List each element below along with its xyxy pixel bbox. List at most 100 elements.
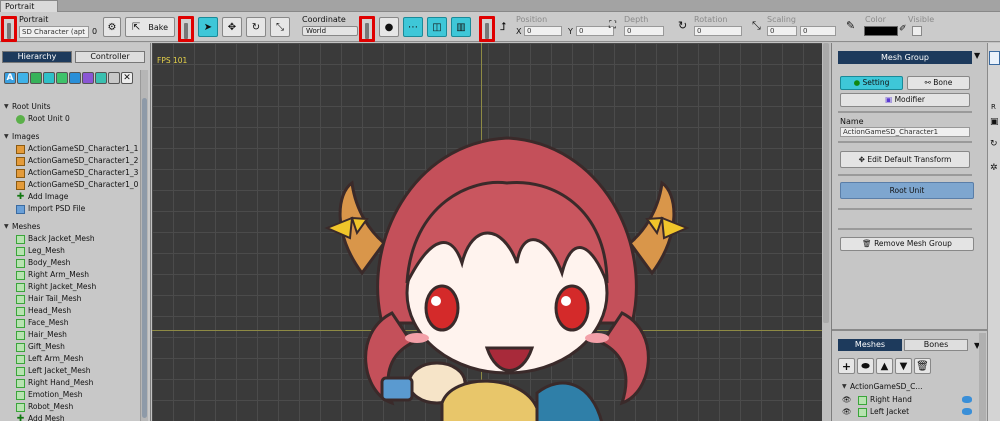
coordinate-select[interactable]: World	[302, 26, 358, 36]
onion-toggle-button[interactable]: ●	[379, 17, 399, 37]
list-item[interactable]: Right Jacket_Mesh	[4, 281, 140, 293]
move-down-button[interactable]: ▼	[895, 358, 912, 374]
list-item[interactable]: Right Arm_Mesh	[4, 269, 140, 281]
list-item[interactable]: 👁 Left Jacket	[842, 406, 972, 418]
mesh-view-button[interactable]: ◫	[427, 17, 447, 37]
physics-filter-icon[interactable]	[108, 72, 120, 84]
mesh-filter-icon[interactable]	[30, 72, 42, 84]
tab-meshes[interactable]: Meshes	[838, 339, 902, 351]
scale-x-field[interactable]: 0	[767, 26, 797, 36]
depth-field[interactable]: 0	[624, 26, 664, 36]
panel-splitter[interactable]	[832, 329, 988, 331]
add-mesh-button[interactable]: ✚ Add Mesh	[4, 413, 140, 421]
list-item[interactable]: Gift_Mesh	[4, 341, 140, 353]
tab-setting[interactable]: ● Setting	[840, 76, 903, 90]
add-button[interactable]: +	[838, 358, 855, 374]
rotate-tool-button[interactable]: ↻	[246, 17, 266, 37]
list-item[interactable]: Hair_Mesh	[4, 329, 140, 341]
select-tool-button[interactable]: ➤	[198, 17, 218, 37]
move-up-button[interactable]: ▲	[876, 358, 893, 374]
list-item[interactable]: ActionGameSD_Character1_1	[4, 143, 140, 155]
position-x-field[interactable]: 0	[524, 26, 562, 36]
tab-controller[interactable]: Controller	[75, 51, 145, 63]
list-item[interactable]: ActionGameSD_Character1_0	[4, 179, 140, 191]
color-swatch[interactable]	[864, 26, 898, 36]
panel-toggle-icon[interactable]	[989, 51, 1000, 65]
list-item[interactable]: Right Hand_Mesh	[4, 377, 140, 389]
name-field[interactable]: ActionGameSD_Character1	[840, 127, 970, 137]
bake-button[interactable]: ⇱ Bake	[125, 17, 175, 37]
list-item[interactable]: Back Jacket_Mesh	[4, 233, 140, 245]
delete-button[interactable]: 🗑	[914, 358, 931, 374]
viewport-scrollbar[interactable]	[822, 43, 830, 421]
rotation-field[interactable]: 0	[694, 26, 742, 36]
import-psd-button[interactable]: Import PSD File	[4, 203, 140, 215]
eye-icon[interactable]: 👁	[842, 406, 858, 418]
drag-handle-icon[interactable]	[485, 23, 489, 39]
list-item[interactable]: Leg_Mesh	[4, 245, 140, 257]
portrait-tab[interactable]: Portrait	[0, 0, 58, 12]
list-item[interactable]: Face_Mesh	[4, 317, 140, 329]
list-item[interactable]: Robot_Mesh	[4, 401, 140, 413]
visible-checkbox[interactable]	[912, 26, 922, 36]
image-filter-icon[interactable]	[17, 72, 29, 84]
canvas-viewport[interactable]: FPS 101	[152, 43, 830, 421]
visibility-toggle-icon[interactable]	[962, 408, 972, 415]
list-item[interactable]: Body_Mesh	[4, 257, 140, 269]
eyedropper-icon[interactable]: ✐	[899, 24, 907, 34]
drag-handle-icon[interactable]	[365, 23, 369, 39]
list-item[interactable]: Hair Tail_Mesh	[4, 293, 140, 305]
move-tool-button[interactable]: ✥	[222, 17, 242, 37]
list-item[interactable]: Head_Mesh	[4, 305, 140, 317]
bone-filter-icon[interactable]	[56, 72, 68, 84]
tab-hierarchy[interactable]: Hierarchy	[2, 51, 72, 63]
scroll-thumb[interactable]	[142, 98, 147, 418]
character-artwork[interactable]	[322, 123, 692, 421]
section-root-units[interactable]: ▼ Root Units	[4, 101, 140, 113]
position-label: Position	[516, 15, 548, 24]
scroll-thumb[interactable]	[823, 43, 829, 323]
eye-icon[interactable]: 👁	[842, 394, 858, 406]
bone-view-button[interactable]: ⋯	[403, 17, 423, 37]
meshgroup-filter-icon[interactable]	[43, 72, 55, 84]
visibility-toggle-icon[interactable]	[962, 396, 972, 403]
list-item[interactable]: 👁 Right Hand	[842, 394, 972, 406]
tab-bones[interactable]: Bones	[904, 339, 968, 351]
portrait-select[interactable]: SD Character (apt	[19, 26, 89, 38]
list-item[interactable]: Left Jacket_Mesh	[4, 365, 140, 377]
text-filter-icon[interactable]: A	[4, 72, 16, 84]
modifier-button[interactable]: ▣ Modifier	[840, 93, 970, 107]
layer-button[interactable]: ⬬	[857, 358, 874, 374]
param-filter-icon[interactable]	[82, 72, 94, 84]
add-image-button[interactable]: ✚ Add Image	[4, 191, 140, 203]
list-item[interactable]: Left Arm_Mesh	[4, 353, 140, 365]
list-item[interactable]: ▼ ActionGameSD_C...	[842, 381, 972, 393]
edit-default-transform-button[interactable]: ✥ Edit Default Transform	[840, 151, 970, 168]
section-images[interactable]: ▼ Images	[4, 131, 140, 143]
list-item[interactable]: Root Unit 0	[4, 113, 140, 125]
hierarchy-scrollbar[interactable]	[140, 70, 148, 421]
animation-filter-icon[interactable]	[69, 72, 81, 84]
drag-handle-icon[interactable]	[184, 23, 188, 39]
graph-icon[interactable]: ▣	[990, 117, 999, 127]
tab-bone[interactable]: ⚯ Bone	[907, 76, 970, 90]
clear-filter-icon[interactable]: ✕	[121, 72, 133, 84]
star-icon[interactable]: ✲	[990, 163, 998, 173]
dropdown-arrow-icon[interactable]: ▼	[974, 51, 980, 60]
scale-tool-button[interactable]: ⤡	[270, 17, 290, 37]
root-unit-button[interactable]: Root Unit	[840, 182, 974, 199]
refresh-icon[interactable]: ↻	[990, 139, 998, 149]
list-item[interactable]: ActionGameSD_Character1_2	[4, 155, 140, 167]
physics-view-button[interactable]: ▥	[451, 17, 471, 37]
list-item[interactable]: Emotion_Mesh	[4, 389, 140, 401]
section-meshes[interactable]: ▼ Meshes	[4, 221, 140, 233]
image-icon	[16, 156, 25, 166]
remove-mesh-group-button[interactable]: 🗑 Remove Mesh Group	[840, 237, 974, 251]
scale-icon: ⤡	[276, 21, 284, 33]
list-scrollbar[interactable]	[979, 333, 986, 421]
settings-button[interactable]: ⚙	[103, 17, 121, 37]
scale-y-field[interactable]: 0	[800, 26, 836, 36]
list-item[interactable]: ActionGameSD_Character1_3	[4, 167, 140, 179]
modifier-filter-icon[interactable]	[95, 72, 107, 84]
drag-handle-icon[interactable]	[7, 23, 11, 39]
